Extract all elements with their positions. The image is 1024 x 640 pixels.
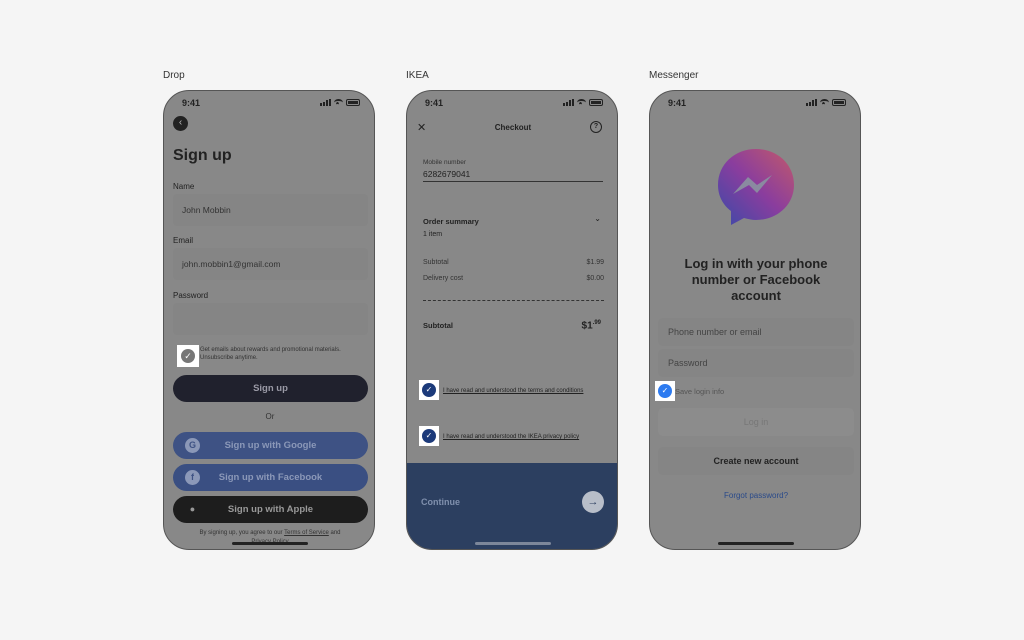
signal-icon (320, 99, 331, 106)
status-bar: 9:41 (182, 98, 360, 110)
privacy-checkbox[interactable]: ✓ (419, 426, 439, 446)
terms-link[interactable]: I have read and understood the terms and… (443, 387, 613, 395)
status-bar: 9:41 (425, 98, 603, 110)
check-icon: ✓ (422, 429, 436, 443)
password-label: Password (173, 291, 209, 300)
google-button-label: Sign up with Google (224, 440, 317, 451)
column-label-messenger: Messenger (649, 70, 699, 81)
facebook-signup-button[interactable]: f Sign up with Facebook (173, 464, 368, 491)
status-bar: 9:41 (668, 98, 846, 110)
emails-checkbox-label: Get emails about rewards and promotional… (200, 347, 341, 361)
save-login-label: Save login info (675, 387, 725, 396)
google-icon: G (185, 438, 200, 453)
or-divider: Or (265, 412, 275, 421)
total-cents: .99 (592, 320, 601, 326)
password-input[interactable]: Password (658, 349, 854, 377)
facebook-button-label: Sign up with Facebook (218, 472, 323, 483)
email-field[interactable]: john.mobbin1@gmail.com (173, 248, 368, 280)
continue-label[interactable]: Continue (421, 497, 460, 507)
check-icon: ✓ (422, 383, 436, 397)
subtotal-label: Subtotal (423, 259, 449, 266)
header-title: Checkout (494, 123, 532, 132)
facebook-icon: f (185, 470, 200, 485)
home-indicator (475, 542, 551, 545)
privacy-link[interactable]: I have read and understood the IKEA priv… (443, 433, 613, 441)
apple-icon: ● (189, 504, 196, 514)
apple-signup-button[interactable]: ● Sign up with Apple (173, 496, 368, 523)
battery-icon (346, 99, 360, 106)
continue-button[interactable]: → (582, 491, 604, 513)
battery-icon (589, 99, 603, 106)
delivery-label: Delivery cost (423, 275, 464, 282)
signup-button[interactable]: Sign up (173, 375, 368, 402)
phone-drop: 9:41 ‹ Sign up Name John Mobbin Email jo… (163, 90, 375, 550)
mobile-label: Mobile number (423, 159, 466, 166)
status-time: 9:41 (182, 98, 201, 108)
wifi-icon (820, 99, 829, 106)
phone-messenger: 9:41 Log in with your phone number or Fa… (649, 90, 861, 550)
column-label-ikea: IKEA (406, 70, 429, 81)
total-value: $1.99 (582, 320, 601, 331)
messenger-logo-icon (718, 149, 794, 225)
arrow-right-icon: → (587, 496, 599, 508)
total-label: Subtotal (423, 321, 453, 330)
home-indicator (718, 542, 794, 545)
status-time: 9:41 (668, 98, 687, 108)
legal-prefix: By signing up, you agree to our (199, 530, 283, 536)
signal-icon (806, 99, 817, 106)
check-icon: ✓ (658, 384, 672, 398)
mobile-field[interactable]: 6282679041 (423, 169, 603, 182)
terms-checkbox[interactable]: ✓ (419, 380, 439, 400)
google-signup-button[interactable]: G Sign up with Google (173, 432, 368, 459)
subtotal-row: Subtotal $1.99 (423, 259, 604, 266)
phone-ikea: 9:41 ✕ Checkout ? Mobile number 62826790… (406, 90, 618, 550)
home-indicator (232, 542, 308, 545)
page-title: Sign up (173, 147, 232, 164)
chevron-left-icon: ‹ (178, 117, 183, 128)
terms-link[interactable]: Terms of Service (284, 530, 329, 536)
login-heading: Log in with your phone number or Faceboo… (684, 256, 828, 303)
signal-icon (563, 99, 574, 106)
check-icon: ✓ (181, 349, 195, 363)
create-account-button[interactable]: Create new account (658, 447, 854, 475)
email-label: Email (173, 236, 194, 245)
forgot-password-link[interactable]: Forgot password? (650, 491, 860, 500)
delivery-value: $0.00 (586, 275, 604, 282)
legal-and: and (330, 530, 341, 536)
delivery-row: Delivery cost $0.00 (423, 275, 604, 282)
back-button[interactable]: ‹ (173, 116, 188, 131)
name-label: Name (173, 182, 195, 191)
chevron-down-icon[interactable]: ⌄ (594, 214, 601, 223)
apple-button-label: Sign up with Apple (227, 504, 314, 515)
order-summary-title[interactable]: Order summary (423, 217, 479, 226)
subtotal-value: $1.99 (586, 259, 604, 266)
column-label-drop: Drop (163, 70, 185, 81)
wifi-icon (577, 99, 586, 106)
divider (423, 300, 604, 301)
login-button[interactable]: Log in (658, 408, 854, 436)
phone-email-input[interactable]: Phone number or email (658, 318, 854, 346)
help-icon[interactable]: ? (590, 121, 602, 133)
status-time: 9:41 (425, 98, 444, 108)
name-field[interactable]: John Mobbin (173, 194, 368, 226)
password-field[interactable] (173, 303, 368, 335)
battery-icon (832, 99, 846, 106)
save-login-checkbox[interactable]: ✓ (655, 381, 675, 401)
order-item-count: 1 item (423, 231, 443, 238)
emails-checkbox[interactable]: ✓ (177, 345, 199, 367)
total-whole: $1 (581, 320, 593, 332)
wifi-icon (334, 99, 343, 106)
